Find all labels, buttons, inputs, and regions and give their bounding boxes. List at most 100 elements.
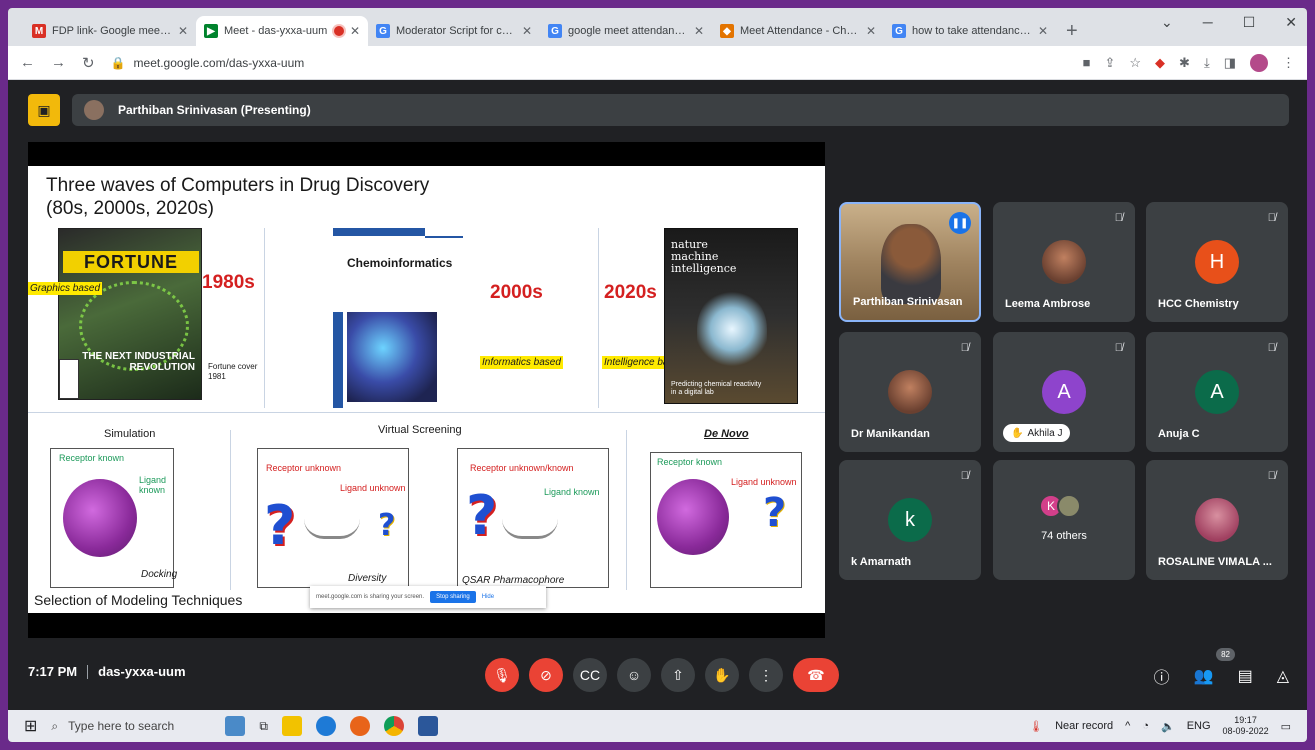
star-icon[interactable]: ☆ [1129, 55, 1141, 71]
close-window-icon[interactable]: ✕ [1285, 14, 1297, 31]
shared-slide: Three waves of Computers in Drug Discove… [28, 166, 825, 613]
tab-title: Moderator Script for confe [396, 25, 516, 37]
file-explorer-icon[interactable] [281, 716, 302, 736]
mic-toggle-button[interactable]: 🎙 [485, 658, 519, 692]
browser-tab[interactable]: M FDP link- Google meet link ✕ [24, 16, 196, 46]
close-icon[interactable]: ✕ [522, 24, 532, 38]
task-view-icon[interactable]: ⧉ [259, 719, 268, 734]
people-icon[interactable]: 👥 [1194, 666, 1214, 686]
clock-time: 19:17 [1234, 715, 1257, 725]
language-indicator[interactable]: ENG [1187, 720, 1211, 732]
notification-icon[interactable]: ▭ [1281, 720, 1291, 733]
google-icon: G [548, 24, 562, 38]
avatar: k [888, 498, 932, 542]
chevron-down-icon[interactable]: ⌄ [1161, 14, 1173, 31]
mic-off-icon: 🎙̸ [1114, 342, 1123, 354]
divider [626, 430, 627, 590]
network-icon[interactable]: ◔ [1142, 720, 1149, 732]
cover-graphic [697, 289, 767, 369]
participant-name: k Amarnath [851, 556, 912, 568]
browser-tab[interactable]: G google meet attendance - ✕ [540, 16, 712, 46]
close-icon[interactable]: ✕ [694, 24, 704, 38]
firefox-icon[interactable] [349, 716, 370, 736]
slide-footer-title: Selection of Modeling Techniques [34, 592, 243, 608]
chat-icon[interactable]: ▤ [1238, 666, 1253, 686]
puzzle-icon[interactable]: ✱ [1179, 55, 1190, 71]
back-icon[interactable]: ← [20, 54, 35, 71]
maximize-icon[interactable]: ☐ [1243, 14, 1256, 31]
clock[interactable]: 19:17 08-09-2022 [1223, 715, 1269, 737]
captions-button[interactable]: CC [573, 658, 607, 692]
others-tile[interactable]: K 74 others [993, 460, 1135, 580]
participant-tile[interactable]: 🎙̸ A ✋ Akhila J [993, 332, 1135, 452]
avatar [84, 100, 104, 120]
hide-button[interactable]: Hide [482, 594, 494, 600]
meeting-time: 7:17 PM [28, 664, 78, 679]
participant-tile[interactable]: 🎙̸ ROSALINE VIMALA ... [1146, 460, 1288, 580]
docking-panel: Receptor known Ligand known Docking [50, 448, 177, 588]
share-icon[interactable]: ⇪ [1104, 55, 1115, 71]
download-icon[interactable]: ⤓ [1204, 55, 1210, 71]
menu-icon[interactable]: ⋮ [1282, 55, 1295, 71]
activities-icon[interactable]: ◬ [1277, 666, 1289, 686]
camera-icon[interactable]: ■ [1083, 55, 1091, 70]
participant-video [881, 224, 941, 304]
extension-icon[interactable]: ◆ [1155, 55, 1165, 71]
more-options-button[interactable]: ⋮ [749, 658, 783, 692]
search-icon: ⌕ [51, 718, 59, 733]
browser-tab[interactable]: G Moderator Script for confe ✕ [368, 16, 540, 46]
forward-icon[interactable]: → [51, 54, 66, 71]
mic-off-icon: 🎙̸ [1267, 212, 1276, 224]
emoji-button[interactable]: ☺ [617, 658, 651, 692]
volume-icon[interactable]: 🔈 [1161, 720, 1175, 733]
cover-title: Chemoinformatics [347, 256, 453, 270]
browser-tab-active[interactable]: ▶ Meet - das-yxxa-uum ✕ [196, 16, 368, 46]
present-button[interactable]: ⇧ [661, 658, 695, 692]
participant-tile[interactable]: 🎙̸ H HCC Chemistry [1146, 202, 1288, 322]
chevron-up-icon[interactable]: ^ [1125, 720, 1130, 732]
close-icon[interactable]: ✕ [178, 24, 188, 38]
participant-tile[interactable]: 🎙̸ k k Amarnath [839, 460, 981, 580]
layout-toggle-button[interactable]: ▣ [28, 94, 60, 126]
receptor-label: Receptor unknown [266, 463, 342, 473]
thermometer-icon: 🌡 [1029, 720, 1044, 733]
leave-call-button[interactable]: ☎ [793, 658, 839, 692]
sidepanel-icon[interactable]: ◨ [1224, 55, 1236, 71]
windows-start-icon[interactable]: ⊞ [24, 716, 37, 736]
minimize-icon[interactable]: ─ [1203, 14, 1213, 31]
raise-hand-button[interactable]: ✋ [705, 658, 739, 692]
receptor-label: Receptor known [657, 457, 723, 467]
participant-tile[interactable]: ❚❚ Parthiban Srinivasan [839, 202, 981, 322]
divider [230, 430, 231, 590]
browser-tab[interactable]: G how to take attendance us ✕ [884, 16, 1056, 46]
info-icon[interactable]: ⓘ [1154, 664, 1170, 688]
diversity-caption: Diversity [348, 573, 387, 584]
de-novo-panel: Receptor known Ligand unknown ? [650, 452, 802, 588]
cover-bar [333, 312, 343, 408]
qsar-panel: Receptor unknown/known Ligand known ? QS… [457, 448, 609, 588]
chrome-icon[interactable] [383, 716, 404, 736]
participant-tile[interactable]: 🎙̸ Dr Manikandan [839, 332, 981, 452]
qsar-caption: QSAR Pharmacophore [462, 575, 565, 586]
taskbar-search[interactable]: ⌕ Type here to search [51, 714, 211, 738]
close-icon[interactable]: ✕ [1038, 24, 1048, 38]
reload-icon[interactable]: ↻ [82, 54, 95, 72]
news-app-icon[interactable] [225, 716, 246, 736]
profile-avatar[interactable] [1250, 53, 1268, 72]
participant-tile[interactable]: 🎙̸ Leema Ambrose [993, 202, 1135, 322]
browser-tab[interactable]: ◆ Meet Attendance - Chrome ✕ [712, 16, 884, 46]
edge-icon[interactable] [315, 716, 336, 736]
close-icon[interactable]: ✕ [866, 24, 876, 38]
raised-hand-chip: ✋ Akhila J [1003, 424, 1071, 442]
address-bar[interactable]: 🔒 meet.google.com/das-yxxa-uum [111, 56, 1067, 70]
receptor-label: Receptor unknown/known [470, 463, 574, 473]
others-count: 74 others [1041, 530, 1087, 542]
hand-icon: ✋ [1011, 427, 1024, 439]
stop-sharing-button[interactable]: Stop sharing [430, 591, 476, 603]
participant-tile[interactable]: 🎙̸ A Anuja C [1146, 332, 1288, 452]
word-icon[interactable] [417, 716, 438, 736]
close-icon[interactable]: ✕ [350, 24, 360, 38]
new-tab-button[interactable]: + [1056, 16, 1088, 46]
camera-toggle-button[interactable]: ⊘ [529, 658, 563, 692]
arrow-graphic [502, 519, 558, 539]
